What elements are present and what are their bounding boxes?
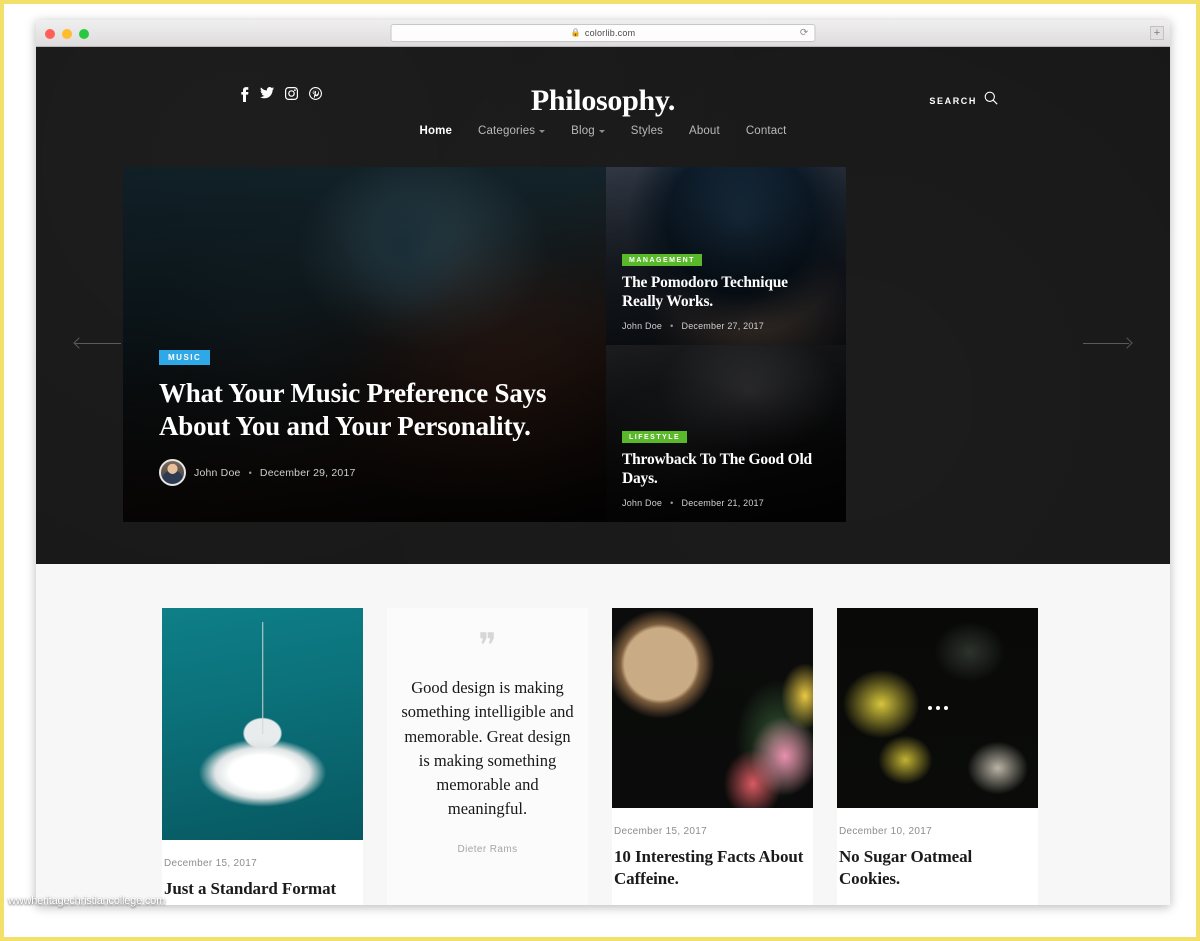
nav-label: Contact	[745, 125, 787, 137]
post-date: December 10, 2017	[839, 826, 932, 837]
search-trigger[interactable]: SEARCH	[929, 91, 998, 110]
post-title[interactable]: Just a Standard Format Post.	[164, 878, 361, 905]
featured-article-pomodoro[interactable]: MANAGEMENT The Pomodoro Technique Really…	[606, 167, 846, 345]
nav-label: Categories	[478, 125, 536, 137]
featured-title: Throwback To The Good Old Days.	[622, 451, 812, 488]
meta-separator: •	[670, 320, 674, 331]
article-meta: John Doe • December 27, 2017	[622, 321, 830, 331]
nav-label: Styles	[630, 125, 664, 137]
search-icon	[984, 91, 998, 110]
featured-slider: MUSIC What Your Music Preference Says Ab…	[73, 167, 1133, 522]
meta-separator: •	[248, 467, 252, 478]
category-badge[interactable]: LIFESTYLE	[622, 431, 688, 444]
author-name[interactable]: John Doe	[194, 467, 241, 479]
featured-side-column: MANAGEMENT The Pomodoro Technique Really…	[606, 167, 846, 522]
watermark: wwwheritagechristiancollege.com	[8, 895, 166, 907]
post-thumbnail[interactable]	[162, 608, 363, 840]
author-name[interactable]: John Doe	[622, 498, 662, 508]
minimize-window-button[interactable]	[62, 29, 72, 39]
nav-item-contact[interactable]: Contact	[746, 125, 787, 137]
new-tab-button[interactable]: +	[1150, 26, 1164, 40]
lock-icon: 🔒	[570, 28, 581, 37]
close-window-button[interactable]	[45, 29, 55, 39]
featured-overlay: LIFESTYLE Throwback To The Good Old Days…	[606, 426, 846, 522]
nav-label: Blog	[571, 125, 595, 137]
url-text: colorlib.com	[584, 28, 636, 38]
article-meta: John Doe • December 21, 2017	[622, 498, 830, 508]
nav-item-styles[interactable]: Styles	[631, 125, 663, 137]
post-title[interactable]: 10 Interesting Facts About Caffeine.	[614, 846, 811, 890]
avatar	[159, 459, 186, 486]
nav-item-home[interactable]: Home	[419, 125, 452, 137]
browser-chrome: 🔒 colorlib.com ⟳ +	[36, 20, 1170, 47]
quote-author: Dieter Rams	[457, 843, 518, 855]
chevron-down-icon	[539, 130, 546, 133]
article-meta: John Doe • December 29, 2017	[159, 459, 570, 486]
quote-icon: ❞	[478, 628, 497, 665]
post-card-standard[interactable]: December 15, 2017 Just a Standard Format…	[162, 608, 363, 905]
featured-article-throwback[interactable]: LIFESTYLE Throwback To The Good Old Days…	[606, 344, 846, 522]
hero-section: Philosophy. SEARCH Home Categories Blog …	[36, 47, 1170, 564]
gallery-indicator-icon	[927, 706, 948, 710]
post-title[interactable]: No Sugar Oatmeal Cookies.	[839, 846, 1036, 890]
post-card-caffeine[interactable]: December 15, 2017 10 Interesting Facts A…	[612, 608, 813, 905]
page-root: 🔒 colorlib.com ⟳ + Philosophy. SEARCH Ho…	[0, 0, 1200, 941]
reload-icon[interactable]: ⟳	[800, 28, 809, 39]
featured-title: What Your Music Preference Says About Yo…	[159, 378, 547, 442]
featured-title: The Pomodoro Technique Really Works.	[622, 273, 788, 310]
publish-date: December 21, 2017	[681, 498, 764, 508]
slider-next-button[interactable]	[1083, 337, 1133, 351]
featured-overlay: MUSIC What Your Music Preference Says Ab…	[123, 347, 606, 522]
author-name[interactable]: John Doe	[622, 321, 662, 331]
post-date: December 15, 2017	[164, 858, 257, 869]
window-controls	[45, 29, 89, 39]
chevron-down-icon	[598, 130, 605, 133]
nav-item-about[interactable]: About	[689, 125, 720, 137]
post-card-quote[interactable]: ❞ Good design is making something intell…	[387, 608, 588, 905]
search-label: SEARCH	[929, 95, 977, 106]
post-grid: December 15, 2017 Just a Standard Format…	[36, 564, 1170, 905]
post-grid-row: December 15, 2017 Just a Standard Format…	[36, 608, 1170, 905]
publish-date: December 27, 2017	[681, 320, 764, 331]
browser-window: 🔒 colorlib.com ⟳ + Philosophy. SEARCH Ho…	[36, 20, 1170, 905]
publish-date: December 29, 2017	[259, 466, 356, 479]
pendant-lamp-photo	[162, 608, 363, 840]
slider-prev-button[interactable]	[73, 337, 123, 351]
nav-label: Home	[419, 125, 453, 137]
post-thumbnail[interactable]	[612, 608, 813, 808]
post-thumbnail[interactable]	[837, 608, 1038, 808]
nav-item-categories[interactable]: Categories	[478, 125, 546, 137]
site-header: Philosophy. SEARCH	[36, 47, 1170, 117]
meta-separator: •	[670, 498, 674, 508]
nav-item-blog[interactable]: Blog	[571, 125, 605, 137]
featured-article-main[interactable]: MUSIC What Your Music Preference Says Ab…	[123, 167, 606, 522]
category-badge[interactable]: MUSIC	[159, 350, 211, 366]
maximize-window-button[interactable]	[79, 29, 89, 39]
website-viewport: Philosophy. SEARCH Home Categories Blog …	[36, 47, 1170, 905]
category-badge[interactable]: MANAGEMENT	[622, 253, 702, 266]
post-card-cookies[interactable]: December 10, 2017 No Sugar Oatmeal Cooki…	[837, 608, 1038, 905]
address-bar[interactable]: 🔒 colorlib.com ⟳	[390, 24, 816, 42]
main-navigation: Home Categories Blog Styles About Contac…	[36, 109, 1170, 149]
nav-label: About	[689, 125, 720, 137]
coffee-tulips-photo	[612, 608, 813, 808]
post-date: December 15, 2017	[614, 826, 707, 837]
quote-text: Good design is making something intellig…	[401, 678, 574, 819]
featured-overlay: MANAGEMENT The Pomodoro Technique Really…	[606, 249, 846, 345]
